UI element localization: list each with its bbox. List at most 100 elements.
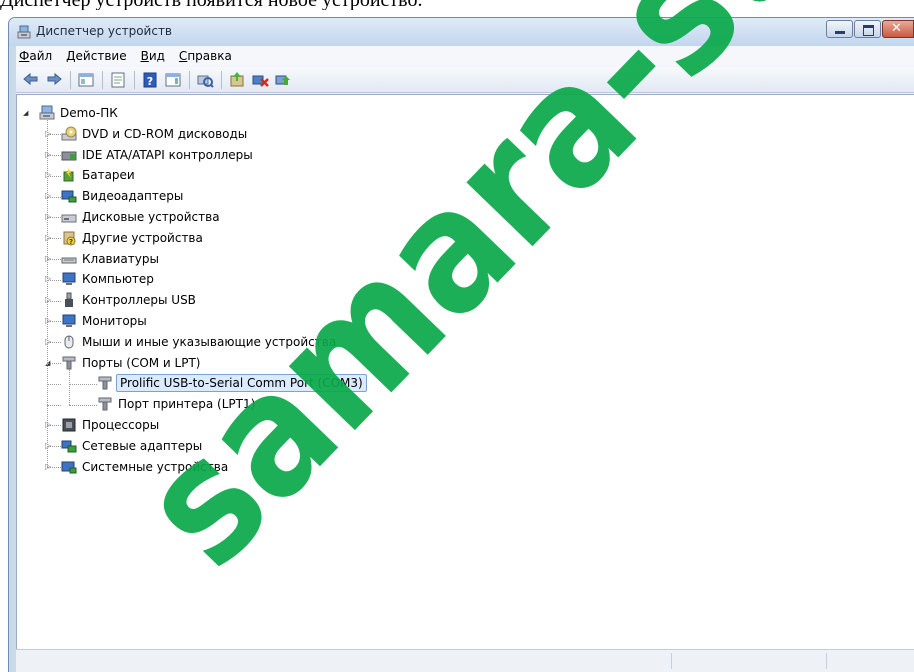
- toolbar-separator: [134, 70, 135, 89]
- tree-connector: [47, 175, 61, 177]
- mouse-icon: [64, 335, 74, 349]
- forward-arrow-button[interactable]: [43, 70, 65, 90]
- tree-item-label: Demo-ПК: [60, 106, 118, 120]
- tree-connector: [47, 321, 61, 323]
- tree-item-label: IDE ATA/ATAPI контроллеры: [82, 147, 253, 162]
- tree-item-label: Компьютер: [82, 272, 154, 287]
- tree-connector: [47, 383, 61, 385]
- tree-connector: [47, 134, 61, 136]
- tree-item-label: Видеоадаптеры: [82, 189, 184, 204]
- disable-device-button[interactable]: [249, 70, 271, 90]
- tree-item-label: Системные устройства: [82, 459, 229, 474]
- tree-connector: [47, 425, 61, 427]
- uninstall-device-button[interactable]: [272, 70, 294, 90]
- toolbar: ?: [16, 67, 914, 93]
- toolbar-separator: [189, 70, 190, 89]
- tree-connector: [69, 368, 70, 405]
- battery-icon: [63, 168, 74, 182]
- menu-item-2[interactable]: Вид: [134, 46, 172, 66]
- menu-item-0[interactable]: Файл: [16, 46, 59, 66]
- tree-connector: [47, 342, 61, 344]
- toolbar-separator: [70, 70, 71, 89]
- close-button[interactable]: ✕: [882, 20, 914, 38]
- port-icon: [98, 376, 112, 390]
- tree-connector: [47, 279, 61, 281]
- menu-accelerator: Ф: [19, 49, 30, 63]
- tree-connector: [47, 446, 61, 448]
- tree-item-label: Контроллеры USB: [82, 293, 196, 308]
- svg-text:?: ?: [69, 238, 73, 246]
- menu-item-3[interactable]: Справка: [172, 46, 239, 66]
- tree-item-label: Процессоры: [82, 417, 160, 432]
- view-button[interactable]: [162, 70, 184, 90]
- tree-item-label: Порт принтера (LPT1): [118, 397, 256, 412]
- svg-text:?: ?: [147, 75, 153, 88]
- help-button[interactable]: ?: [139, 70, 161, 90]
- collapse-arrow-icon[interactable]: ◢: [23, 109, 31, 117]
- status-bar: [16, 649, 914, 672]
- update-driver-button[interactable]: [226, 70, 248, 90]
- menu-accelerator: Д: [66, 49, 76, 63]
- processor-icon: [62, 418, 76, 432]
- show-hide-console-tree-icon: [78, 73, 94, 86]
- maximize-button[interactable]: [854, 20, 881, 38]
- monitor-icon: [62, 314, 76, 327]
- menu-label-rest: айл: [29, 49, 53, 63]
- tree-connector: [69, 404, 97, 406]
- back-arrow-button[interactable]: [20, 70, 42, 90]
- dvd-drive-icon: [61, 126, 77, 141]
- tree-connector: [47, 217, 61, 219]
- ide-controller-icon: [61, 151, 77, 161]
- help-icon: ?: [143, 72, 157, 88]
- port-icon: [98, 397, 112, 411]
- tree-item-label: DVD и CD-ROM дисководы: [82, 126, 248, 141]
- tree-connector: [47, 467, 61, 468]
- menu-item-1[interactable]: Действие: [59, 46, 133, 66]
- unknown-device-icon: ?: [63, 231, 76, 246]
- tree-item-label: Порты (COM и LPT): [82, 355, 201, 370]
- forward-arrow-icon: [47, 72, 62, 85]
- menu-label-rest: ид: [148, 49, 165, 63]
- tree-item-label: Другие устройства: [82, 230, 203, 245]
- tree-item-label: Мыши и иные указывающие устройства: [82, 334, 337, 349]
- view-icon: [165, 73, 181, 86]
- device-manager-icon: [17, 25, 31, 39]
- network-adapter-icon: [61, 440, 77, 453]
- menu-accelerator: В: [140, 49, 149, 63]
- tree-connector: [47, 259, 61, 260]
- properties-button[interactable]: [107, 70, 129, 90]
- window-title: Диспетчер устройств: [36, 24, 173, 38]
- scan-hardware-icon: [197, 75, 214, 88]
- menu-bar: Файл Действие Вид Справка: [16, 46, 914, 66]
- tree-item-label: Мониторы: [82, 313, 147, 328]
- toolbar-separator: [221, 70, 222, 89]
- system-devices-icon: [61, 461, 77, 474]
- usb-icon: [65, 292, 73, 308]
- tree-item-label: Сетевые адаптеры: [82, 438, 203, 453]
- back-arrow-icon: [23, 72, 38, 85]
- tree-item-label: Батареи: [82, 168, 135, 183]
- minimize-icon: [835, 31, 845, 34]
- status-divider: [826, 653, 827, 669]
- tree-connector: [47, 363, 61, 364]
- tree-item-label: Дисковые устройства: [82, 209, 220, 224]
- tree-connector: [69, 383, 97, 385]
- tree-item-label: Prolific USB-to-Serial Comm Port (COM3): [116, 374, 367, 393]
- menu-label-rest: правка: [187, 49, 232, 63]
- minimize-button[interactable]: [826, 20, 853, 38]
- tree-connector: [47, 155, 61, 156]
- scan-hardware-button[interactable]: [194, 70, 216, 90]
- status-divider: [671, 653, 672, 669]
- tree-item-label: Клавиатуры: [82, 251, 159, 266]
- document-text-line: Диспетчер устройств появится новое устро…: [0, 0, 914, 10]
- menu-label-rest: ействие: [75, 49, 127, 63]
- disk-drive-icon: [61, 214, 77, 223]
- window-client-area: Файл Действие Вид Справка ? ◢ Demo-ПК ▷ DVD и …: [16, 46, 914, 672]
- title-bar[interactable]: Диспетчер устройств ✕: [9, 18, 914, 46]
- device-tree-pane[interactable]: ◢ Demo-ПК ▷ DVD и CD-ROM дисководы ▷ IDE ATA/…: [16, 94, 914, 650]
- computer-root-icon: [39, 105, 55, 120]
- show-hide-console-tree-button[interactable]: [75, 70, 97, 90]
- properties-icon: [111, 72, 125, 87]
- keyboard-icon: [61, 257, 77, 264]
- computer-icon: [62, 272, 76, 286]
